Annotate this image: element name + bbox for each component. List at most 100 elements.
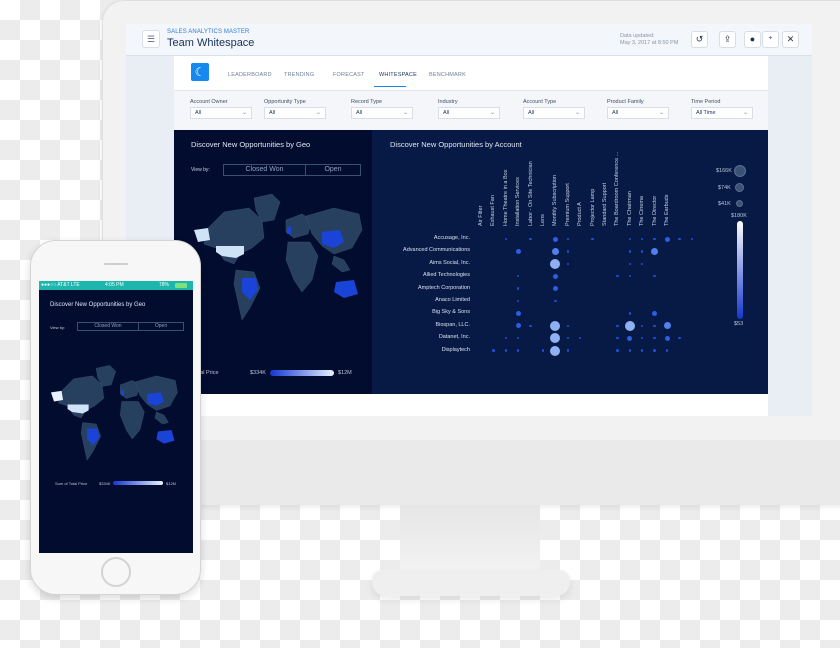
bubble-point[interactable] bbox=[566, 262, 570, 266]
bubble-point[interactable] bbox=[628, 237, 632, 241]
closed-won-toggle[interactable]: Closed Won bbox=[223, 164, 306, 176]
bubble-point[interactable] bbox=[627, 335, 633, 341]
bubble-point[interactable] bbox=[566, 250, 570, 253]
open-toggle[interactable]: Open bbox=[305, 164, 361, 176]
bubble-point[interactable] bbox=[550, 258, 561, 269]
bubble-point[interactable] bbox=[550, 333, 561, 344]
bubble-point[interactable] bbox=[653, 336, 656, 340]
list-icon[interactable]: ☰ bbox=[142, 30, 160, 48]
record-type-select[interactable]: All ⌄ bbox=[351, 107, 413, 119]
account-owner-select[interactable]: All ⌄ bbox=[190, 107, 252, 119]
bubble-point[interactable] bbox=[665, 349, 669, 352]
tab-whitespace[interactable]: WHITESPACE bbox=[379, 72, 417, 78]
account-type-select[interactable]: All ⌄ bbox=[523, 107, 585, 119]
bubble-point[interactable] bbox=[628, 312, 632, 315]
bubble-point[interactable] bbox=[640, 262, 644, 266]
bubble-point[interactable] bbox=[516, 349, 520, 352]
bell-plus-icon[interactable]: ⁺ bbox=[762, 31, 779, 48]
size-legend-label-1: $166K bbox=[716, 168, 732, 174]
tab-trending[interactable]: TRENDING bbox=[284, 72, 314, 78]
column-label: Product A bbox=[577, 202, 584, 226]
bubble-point[interactable] bbox=[566, 324, 570, 328]
bubble-point[interactable] bbox=[516, 287, 520, 290]
bubble-point[interactable] bbox=[515, 323, 521, 329]
bubble-point[interactable] bbox=[628, 349, 632, 352]
bubble-point[interactable] bbox=[690, 237, 694, 241]
bubble-point[interactable] bbox=[504, 349, 508, 352]
bubble-point[interactable] bbox=[550, 320, 561, 331]
tab-benchmark[interactable]: BENCHMARK bbox=[429, 72, 466, 78]
undo-icon[interactable]: ↺ bbox=[691, 31, 708, 48]
bubble-point[interactable] bbox=[640, 349, 644, 352]
time-period-select[interactable]: All Time ⌄ bbox=[691, 107, 753, 119]
bubble-point[interactable] bbox=[529, 237, 532, 241]
close-icon[interactable]: ✕ bbox=[782, 31, 799, 48]
dashboard-title: Team Whitespace bbox=[167, 37, 255, 49]
chevron-down-icon: ⌄ bbox=[315, 110, 321, 116]
bubble-point[interactable] bbox=[541, 349, 545, 352]
bubble-point[interactable] bbox=[516, 336, 520, 340]
bubble-point[interactable] bbox=[504, 237, 508, 241]
phone-world-map[interactable] bbox=[51, 361, 185, 469]
bubble-point[interactable] bbox=[652, 310, 658, 316]
bubble-point[interactable] bbox=[566, 349, 570, 352]
geo-color-legend bbox=[270, 370, 334, 376]
bubble-point[interactable] bbox=[640, 250, 644, 253]
bubble-point[interactable] bbox=[653, 274, 656, 278]
bubble-point[interactable] bbox=[624, 320, 635, 331]
bubble-point[interactable] bbox=[653, 324, 656, 328]
bubble-point[interactable] bbox=[651, 247, 659, 255]
bubble-point[interactable] bbox=[653, 349, 656, 352]
bubble-point[interactable] bbox=[640, 336, 644, 340]
view-by-label: View by: bbox=[191, 167, 210, 173]
bubble-point[interactable] bbox=[529, 324, 532, 328]
phone-legend-label: Sum of Total Price bbox=[55, 481, 88, 486]
bubble-point[interactable] bbox=[551, 247, 559, 255]
bubble-point[interactable] bbox=[516, 299, 520, 303]
tab-leaderboard[interactable]: LEADERBOARD bbox=[228, 72, 272, 78]
share-icon[interactable]: ⇪ bbox=[719, 31, 736, 48]
column-label: Lens bbox=[540, 214, 546, 226]
bubble-point[interactable] bbox=[616, 324, 619, 328]
bubble-point[interactable] bbox=[552, 273, 558, 279]
bubble-point[interactable] bbox=[554, 299, 557, 303]
opportunity-type-select[interactable]: All ⌄ bbox=[264, 107, 326, 119]
bubble-point[interactable] bbox=[616, 274, 619, 278]
world-map[interactable] bbox=[194, 190, 372, 330]
bubble-point[interactable] bbox=[504, 336, 508, 340]
bubble-point[interactable] bbox=[550, 345, 561, 356]
phone-legend-max: $12M bbox=[166, 481, 177, 486]
bubble-point[interactable] bbox=[566, 237, 570, 241]
home-button[interactable] bbox=[101, 557, 131, 587]
bubble-point[interactable] bbox=[640, 237, 644, 241]
bubble-point[interactable] bbox=[678, 336, 681, 340]
phone-open-toggle[interactable]: Open bbox=[138, 322, 184, 331]
bubble-point[interactable] bbox=[628, 274, 632, 278]
industry-select[interactable]: All ⌄ bbox=[438, 107, 500, 119]
bubble-point[interactable] bbox=[492, 349, 495, 352]
bubble-point[interactable] bbox=[653, 237, 656, 241]
bubble-point[interactable] bbox=[663, 322, 671, 330]
bubble-point[interactable] bbox=[616, 349, 619, 352]
bubble-point[interactable] bbox=[678, 237, 681, 241]
bubble-point[interactable] bbox=[578, 336, 582, 340]
bubble-point[interactable] bbox=[566, 336, 570, 340]
bubble-point[interactable] bbox=[616, 336, 619, 340]
bubble-point[interactable] bbox=[515, 310, 521, 316]
filter-label: Industry bbox=[438, 99, 458, 105]
bubble-point[interactable] bbox=[516, 274, 520, 278]
comment-icon[interactable]: ● bbox=[744, 31, 761, 48]
tab-forecast[interactable]: FORECAST bbox=[333, 72, 365, 78]
bubble-point[interactable] bbox=[591, 237, 594, 241]
bubble-point[interactable] bbox=[640, 324, 644, 328]
bubble-point[interactable] bbox=[552, 236, 558, 242]
bubble-point[interactable] bbox=[628, 262, 632, 266]
bubble-point[interactable] bbox=[664, 236, 670, 242]
size-legend-dot-small bbox=[736, 200, 743, 207]
bubble-point[interactable] bbox=[628, 250, 632, 253]
bubble-point[interactable] bbox=[552, 286, 558, 292]
phone-closed-won-toggle[interactable]: Closed Won bbox=[77, 322, 139, 331]
bubble-point[interactable] bbox=[664, 335, 670, 341]
bubble-point[interactable] bbox=[515, 248, 521, 254]
product-family-select[interactable]: All ⌄ bbox=[607, 107, 669, 119]
